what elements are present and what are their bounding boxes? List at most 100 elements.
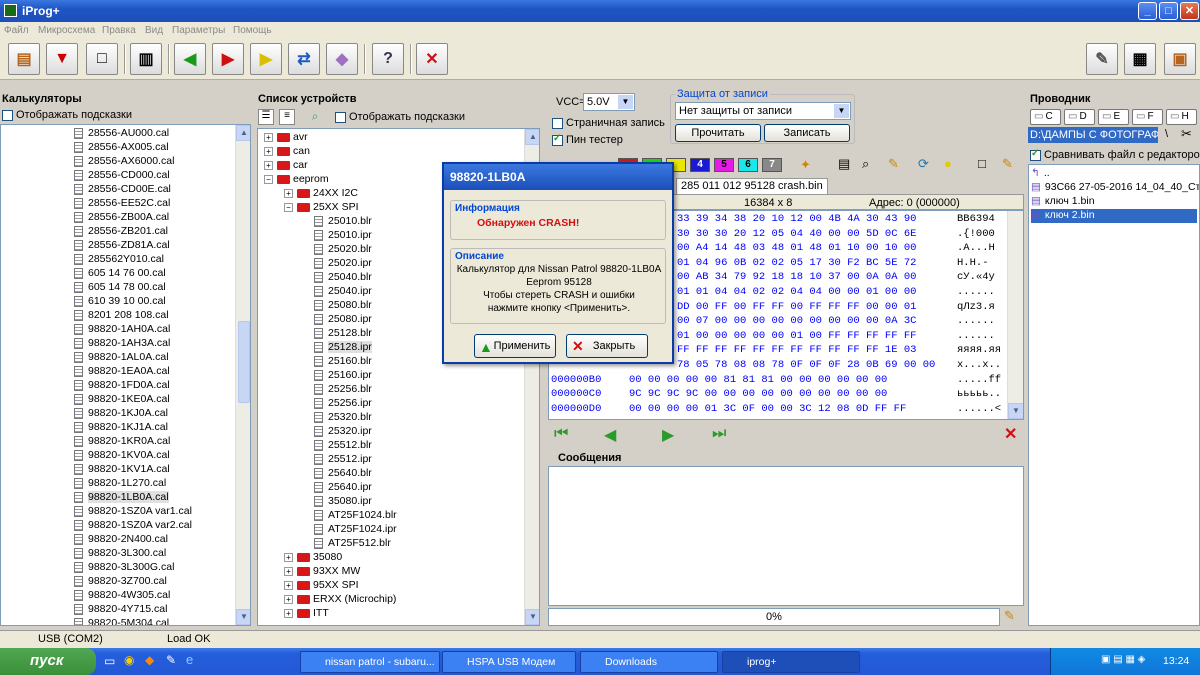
browser-icon[interactable]: ◆ xyxy=(145,653,154,667)
list-view-icon[interactable]: ≡ xyxy=(279,109,295,125)
chrome-icon[interactable]: ◉ xyxy=(124,653,134,667)
device-tree-item[interactable]: 25160.ipr xyxy=(314,369,372,383)
device-tree-item[interactable]: − eeprom xyxy=(264,173,329,187)
stop-icon[interactable]: ✕ xyxy=(416,43,448,75)
device-tree-item[interactable]: +35080 xyxy=(284,551,342,565)
chip-icon[interactable]: ▥ xyxy=(130,43,162,75)
device-tree-item[interactable]: AT25F1024.ipr xyxy=(314,523,397,537)
device-tree-item[interactable]: + ERXX (Microchip) xyxy=(284,593,396,607)
hex-ascii[interactable]: BB6394 xyxy=(957,213,1007,227)
calculators-list[interactable]: 28556-AU000.cal 28556-AX005.cal 28556-AX60… xyxy=(0,124,251,626)
calculator-item[interactable]: 28556-ZB00A.cal xyxy=(74,211,169,225)
hex-bytes[interactable]: 00 00 00 00 00 81 81 81 00 00 00 00 00 0… xyxy=(629,374,939,388)
expand-icon[interactable]: + xyxy=(284,594,293,604)
explorer-file-list[interactable]: ↰..▤93C66 27-05-2016 14_04_40_Сток.b▤клю… xyxy=(1028,164,1200,626)
desktop-icon[interactable]: ▭ xyxy=(104,654,115,668)
hex-ascii[interactable]: qЛz3.я xyxy=(957,301,1007,315)
read-button[interactable]: Прочитать xyxy=(675,124,761,142)
start-button[interactable]: пуск xyxy=(0,648,96,675)
calculator-item[interactable]: 98820-1AH3A.cal xyxy=(74,337,170,351)
hex-bytes[interactable]: FF FF FF FF FF FF FF FF FF FF FF 1E 03 xyxy=(677,344,957,358)
tree-view-icon[interactable]: ☰ xyxy=(258,109,274,125)
task-iprog[interactable]: iprog+ xyxy=(722,651,860,673)
menu-chip[interactable]: Микросхема xyxy=(38,25,95,36)
device-tree-item[interactable]: 25020.ipr xyxy=(314,257,372,271)
device-tree-item[interactable]: 25020.blr xyxy=(314,243,372,257)
hex-bytes[interactable]: 00 AB 34 79 92 18 18 10 37 00 0A 0A 00 xyxy=(677,271,957,285)
calculators-show-hints[interactable]: Отображать подсказки xyxy=(2,109,132,121)
vcc-select[interactable]: 5.0V ▼ xyxy=(583,93,635,111)
protection-select[interactable]: Нет защиты от записи ▼ xyxy=(675,102,851,120)
next-page-icon[interactable]: ▶ xyxy=(662,425,674,445)
minimize-button[interactable]: _ xyxy=(1138,2,1157,20)
expand-icon[interactable]: + xyxy=(284,608,293,618)
calculator-item[interactable]: 98820-4Y715.cal xyxy=(74,603,167,617)
menu-edit[interactable]: Правка xyxy=(102,25,136,36)
expand-icon[interactable]: + xyxy=(284,580,293,590)
device-tree-item[interactable]: + can xyxy=(264,145,310,159)
ie-icon[interactable]: e xyxy=(186,652,193,667)
color-5-button[interactable]: 5 xyxy=(714,158,734,172)
messages-log[interactable] xyxy=(548,466,1024,606)
drive-button-e[interactable]: ▭ E xyxy=(1098,109,1129,125)
device-tree-item[interactable]: AT25F512.blr xyxy=(314,537,391,551)
hex-ascii[interactable]: .{!000 xyxy=(957,228,1007,242)
calculator-item[interactable]: 98820-1FD0A.cal xyxy=(74,379,170,393)
chevron-down-icon[interactable]: ▼ xyxy=(834,104,849,118)
search-icon[interactable]: ⌕ xyxy=(307,109,323,125)
calculator-item[interactable]: 28556-AX005.cal xyxy=(74,141,169,155)
calculator-item[interactable]: 28556-EE52C.cal xyxy=(74,197,170,211)
calculator-item[interactable]: 610 39 10 00.cal xyxy=(74,295,166,309)
device-tree-item[interactable]: 25512.blr xyxy=(314,439,372,453)
clear-icon[interactable]: ✕ xyxy=(1004,424,1017,444)
hex-bytes[interactable]: 01 01 04 04 02 02 04 04 00 00 01 00 00 xyxy=(677,286,957,300)
calculator-item[interactable]: 98820-3L300.cal xyxy=(74,547,166,561)
color-7-button[interactable]: 7 xyxy=(762,158,782,172)
hex-ascii[interactable]: ...... xyxy=(957,330,1007,344)
calculator-item[interactable]: 98820-1AL0A.cal xyxy=(74,351,169,365)
new-file-icon[interactable]: □ xyxy=(86,43,118,75)
device-tree-item[interactable]: AT25F1024.blr xyxy=(314,509,397,523)
calculator-item[interactable]: 28556-AU000.cal xyxy=(74,127,169,141)
device-tree-item[interactable]: +93XX MW xyxy=(284,565,360,579)
hex-ascii[interactable]: .....ff xyxy=(957,374,1007,388)
edit-icon[interactable]: ✎ xyxy=(1002,156,1013,172)
fill-icon[interactable]: ✎ xyxy=(888,156,899,172)
task-downloads[interactable]: Downloads xyxy=(580,651,718,673)
calculator-item[interactable]: 28556-CD00E.cal xyxy=(74,183,171,197)
expand-icon[interactable]: + xyxy=(284,188,293,198)
calculator-item[interactable]: 98820-1KV1A.cal xyxy=(74,463,170,477)
expand-icon[interactable]: + xyxy=(264,132,273,142)
device-tree-item[interactable]: 25128.ipr xyxy=(314,341,372,355)
hex-ascii[interactable]: H.H.- xyxy=(957,257,1007,271)
hex-bytes[interactable]: 00 07 00 00 00 00 00 00 00 00 00 0A 3C xyxy=(677,315,957,329)
devices-show-hints[interactable]: Отображать подсказки xyxy=(335,111,465,123)
explorer-file-item[interactable]: ▤93C66 27-05-2016 14_04_40_Сток.b xyxy=(1031,181,1199,195)
maximize-button[interactable]: □ xyxy=(1159,2,1178,20)
calculator-item[interactable]: 605 14 78 00.cal xyxy=(74,281,166,295)
calculator-item[interactable]: 98820-5M304.cal xyxy=(74,617,169,625)
tools-icon[interactable]: ✂ xyxy=(1181,126,1192,142)
device-tree-item[interactable]: 25010.blr xyxy=(314,215,372,229)
calculator-item[interactable]: 98820-1AH0A.cal xyxy=(74,323,170,337)
drive-button-f[interactable]: ▭ F xyxy=(1132,109,1163,125)
find-icon[interactable]: ⌕ xyxy=(862,156,869,172)
calculator-item[interactable]: 98820-1EA0A.cal xyxy=(74,365,170,379)
calculator-item[interactable]: 98820-3Z700.cal xyxy=(74,575,167,589)
device-tree-item[interactable]: + car xyxy=(264,159,308,173)
calculator-item[interactable]: 28556-ZD81A.cal xyxy=(74,239,170,253)
hex-bytes[interactable]: 33 39 34 38 20 10 12 00 4B 4A 30 43 90 xyxy=(677,213,957,227)
expand-icon[interactable]: + xyxy=(264,160,273,170)
broom-icon[interactable]: ✎ xyxy=(1004,608,1015,624)
device-tree-item[interactable]: 25080.ipr xyxy=(314,313,372,327)
calculator-item[interactable]: 98820-2N400.cal xyxy=(74,533,168,547)
calculator-item[interactable]: 98820-1KV0A.cal xyxy=(74,449,170,463)
help-icon[interactable]: ? xyxy=(372,43,404,75)
hex-ascii[interactable]: .A...H xyxy=(957,242,1007,256)
hex-bytes[interactable]: 01 00 00 00 00 00 01 00 FF FF FF FF FF xyxy=(677,330,957,344)
calculator-item[interactable]: 8201 208 108.cal xyxy=(74,309,169,323)
calculator-item[interactable]: 285562Y010.cal xyxy=(74,253,164,267)
device-tree-item[interactable]: 35080.ipr xyxy=(314,495,372,509)
calculator-item[interactable]: 98820-1SZ0A var1.cal xyxy=(74,505,192,519)
compare-checkbox[interactable]: Сравнивать файл с редактором по xyxy=(1030,148,1200,161)
